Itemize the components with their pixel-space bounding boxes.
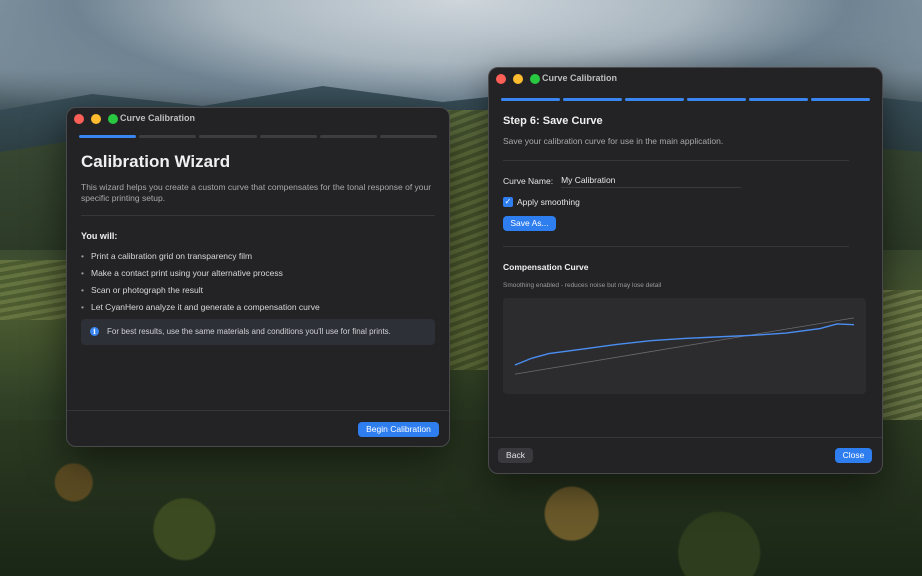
curve-name-row: Curve Name: My Calibration: [503, 174, 868, 189]
step-heading: Step 6: Save Curve: [503, 115, 603, 127]
step-text: Scan or photograph the result: [91, 284, 203, 295]
footer-divider: [489, 437, 882, 438]
divider: [503, 246, 849, 248]
info-text: For best results, use the same materials…: [107, 327, 391, 337]
progress-segment: [625, 98, 684, 101]
reference-line: [514, 317, 855, 375]
back-button[interactable]: Back: [498, 448, 533, 463]
progress-segment: [259, 135, 317, 138]
background-vineyard-left: [0, 260, 70, 320]
progress-segment: [687, 98, 746, 101]
divider: [503, 160, 849, 162]
bullet-icon: •: [81, 301, 84, 312]
apply-smoothing-checkbox[interactable]: ✓: [503, 197, 513, 208]
curve-name-label: Curve Name:: [503, 176, 554, 187]
progress-segment: [749, 98, 808, 101]
window-title: Curve Calibration: [542, 73, 618, 83]
close-window-button[interactable]: [74, 114, 84, 124]
compensation-curve-chart: [503, 298, 866, 395]
curve-name-input[interactable]: My Calibration: [561, 174, 742, 189]
step-text: Let CyanHero analyze it and generate a c…: [91, 301, 320, 312]
info-box: i For best results, use the same materia…: [81, 318, 435, 345]
curve-plot: [514, 317, 855, 375]
step-progress: [67, 135, 449, 138]
apply-smoothing-row: ✓ Apply smoothing: [503, 197, 868, 208]
minimize-window-button[interactable]: [513, 74, 523, 84]
smoothing-note: Smoothing enabled - reduces noise but ma…: [503, 282, 662, 290]
compensation-curve-line: [514, 323, 855, 367]
step-list: • Print a calibration grid on transparenc…: [81, 251, 435, 312]
background-vineyard-right: [880, 290, 922, 420]
progress-segment: [501, 98, 560, 101]
you-will-label: You will:: [81, 230, 118, 241]
progress-segment: [199, 135, 257, 138]
calibration-wizard-window: Curve Calibration Calibration Wizard Thi…: [66, 107, 450, 447]
zoom-window-button[interactable]: [108, 114, 118, 124]
divider: [81, 214, 435, 216]
step-description: Save your calibration curve for use in t…: [503, 136, 724, 146]
step-list-item: • Print a calibration grid on transparenc…: [81, 251, 435, 261]
close-window-button[interactable]: [496, 74, 506, 84]
progress-segment: [79, 135, 137, 138]
page-title: Calibration Wizard: [81, 152, 231, 171]
compensation-curve-heading: Compensation Curve: [503, 262, 589, 273]
close-button[interactable]: Close: [835, 448, 872, 463]
step-text: Make a contact print using your alternat…: [91, 267, 283, 278]
step-list-item: • Let CyanHero analyze it and generate a …: [81, 302, 435, 312]
save-curve-window: Curve Calibration Step 6: Save Curve Sav…: [488, 67, 883, 474]
save-as-button[interactable]: Save As...: [503, 216, 556, 232]
progress-segment: [139, 135, 197, 138]
step-list-item: • Make a contact print using your alterna…: [81, 268, 435, 278]
window-title: Curve Calibration: [120, 113, 196, 123]
zoom-window-button[interactable]: [530, 74, 540, 84]
progress-segment: [811, 98, 870, 101]
progress-segment: [379, 135, 438, 138]
footer-divider: [67, 410, 449, 411]
progress-segment: [563, 98, 622, 101]
bullet-icon: •: [81, 267, 84, 278]
progress-segment: [319, 135, 377, 138]
titlebar: Curve Calibration: [67, 108, 449, 130]
bullet-icon: •: [81, 284, 84, 295]
minimize-window-button[interactable]: [91, 114, 101, 124]
bullet-icon: •: [81, 250, 84, 261]
titlebar: Curve Calibration: [489, 68, 882, 90]
begin-calibration-button[interactable]: Begin Calibration: [358, 422, 439, 437]
step-progress: [489, 98, 882, 101]
step-list-item: • Scan or photograph the result: [81, 285, 435, 295]
apply-smoothing-label: Apply smoothing: [517, 197, 580, 208]
wizard-description: This wizard helps you create a custom cu…: [81, 182, 432, 204]
step-text: Print a calibration grid on transparency…: [91, 250, 253, 261]
info-icon: i: [90, 327, 99, 337]
